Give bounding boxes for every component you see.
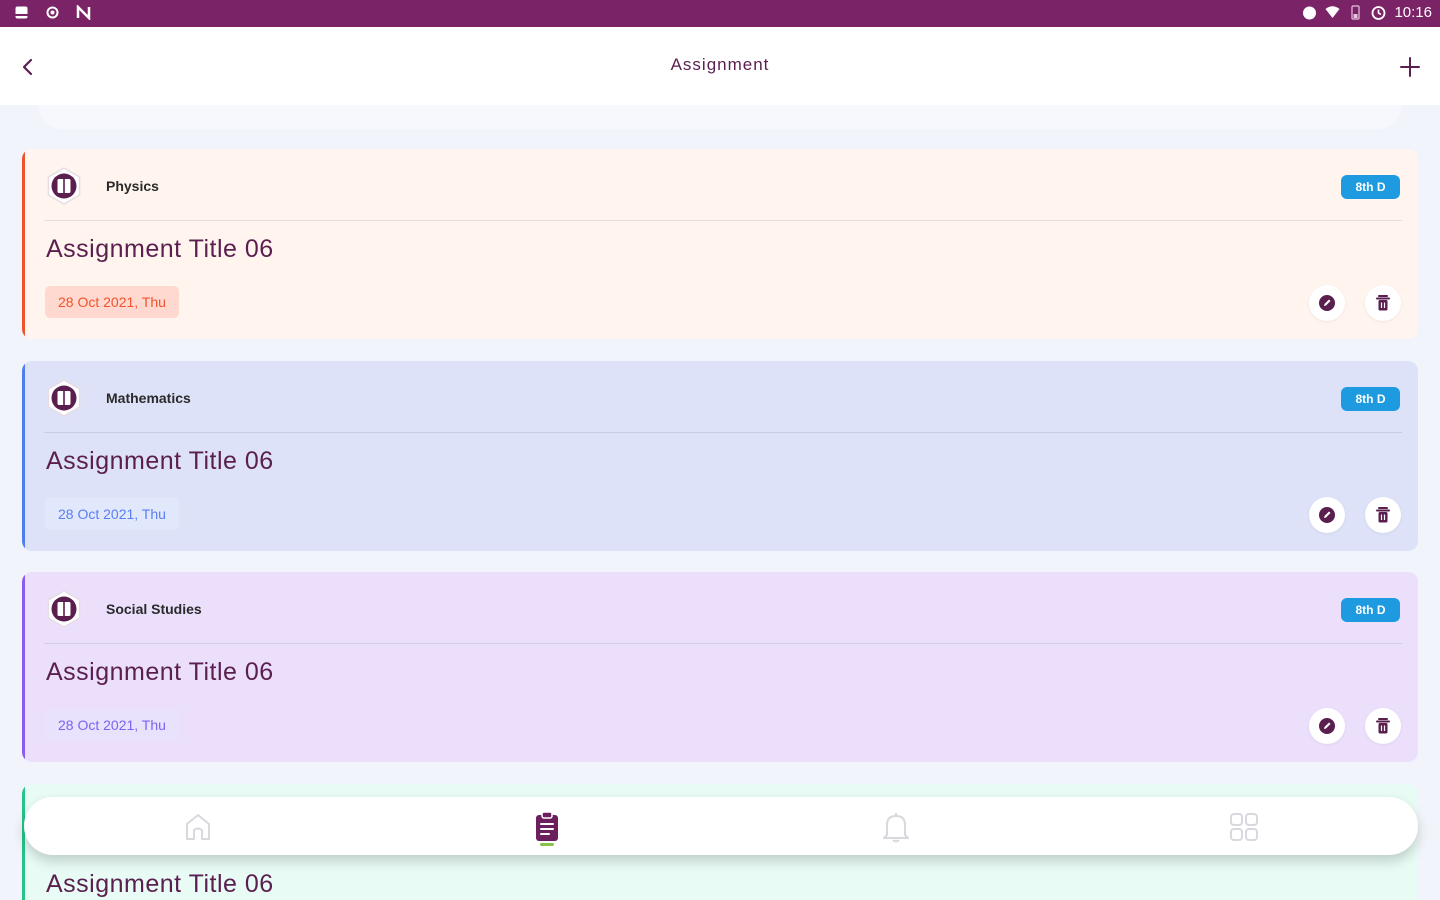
app-n-icon	[76, 5, 91, 20]
card-header: Physics	[44, 166, 159, 206]
edit-button[interactable]	[1309, 497, 1345, 533]
settings-icon	[46, 6, 59, 19]
alarm-icon	[1372, 6, 1386, 20]
app-bar: Assignment	[0, 27, 1440, 105]
subject-name: Mathematics	[106, 390, 191, 406]
card-divider	[44, 432, 1402, 433]
book-icon	[47, 590, 81, 628]
class-badge: 8th D	[1341, 175, 1400, 199]
filter-bar	[38, 105, 1402, 129]
delete-button[interactable]	[1365, 708, 1401, 744]
nav-menu[interactable]	[1226, 809, 1262, 845]
class-badge: 8th D	[1341, 598, 1400, 622]
edit-button[interactable]	[1309, 708, 1345, 744]
assignment-title: Assignment Title 06	[46, 447, 274, 475]
active-indicator	[540, 843, 554, 846]
home-icon	[186, 814, 210, 840]
subject-name: Social Studies	[106, 601, 202, 617]
notification-icon	[15, 6, 28, 19]
trash-icon	[1376, 507, 1390, 523]
status-left-icons	[14, 5, 91, 20]
delete-button[interactable]	[1365, 285, 1401, 321]
wifi-icon	[1325, 6, 1340, 18]
plus-icon	[1400, 57, 1420, 77]
edit-icon	[1319, 718, 1335, 734]
assignment-title: Assignment Title 06	[46, 658, 274, 686]
trash-icon	[1376, 295, 1390, 311]
book-icon	[47, 379, 81, 417]
card-header: Social Studies	[44, 589, 202, 629]
assignment-card[interactable]: Mathematics 8th D Assignment Title 06 28…	[22, 361, 1418, 551]
edit-icon	[1319, 295, 1335, 311]
bell-icon	[883, 813, 909, 843]
class-badge: 8th D	[1341, 387, 1400, 411]
assignment-title: Assignment Title 06	[46, 870, 274, 898]
delete-button[interactable]	[1365, 497, 1401, 533]
card-divider	[44, 643, 1402, 644]
nav-assignment[interactable]	[529, 809, 565, 845]
status-right-icons: 10:16	[1302, 4, 1432, 21]
assignment-icon	[536, 811, 558, 841]
status-bar: 10:16	[0, 0, 1440, 27]
card-header: Mathematics	[44, 378, 191, 418]
trash-icon	[1376, 718, 1390, 734]
book-icon	[47, 167, 81, 205]
edit-icon	[1319, 507, 1335, 523]
dot-icon	[1303, 6, 1317, 20]
edit-button[interactable]	[1309, 285, 1345, 321]
assignment-title: Assignment Title 06	[46, 235, 274, 263]
nav-home[interactable]	[180, 809, 216, 845]
nav-notifications[interactable]	[878, 809, 914, 845]
assignment-card[interactable]: Physics 8th D Assignment Title 06 28 Oct…	[22, 149, 1418, 339]
subject-name: Physics	[106, 178, 159, 194]
grid-icon	[1230, 813, 1258, 841]
status-time: 10:16	[1394, 4, 1432, 21]
card-divider	[44, 220, 1402, 221]
due-date: 28 Oct 2021, Thu	[45, 286, 179, 318]
due-date: 28 Oct 2021, Thu	[45, 498, 179, 530]
battery-icon	[1351, 5, 1361, 20]
page-title: Assignment	[670, 55, 770, 74]
add-assignment-button[interactable]	[1396, 53, 1424, 81]
bottom-nav	[24, 797, 1418, 855]
due-date: 28 Oct 2021, Thu	[45, 709, 179, 741]
assignment-card[interactable]: Social Studies 8th D Assignment Title 06…	[22, 572, 1418, 762]
